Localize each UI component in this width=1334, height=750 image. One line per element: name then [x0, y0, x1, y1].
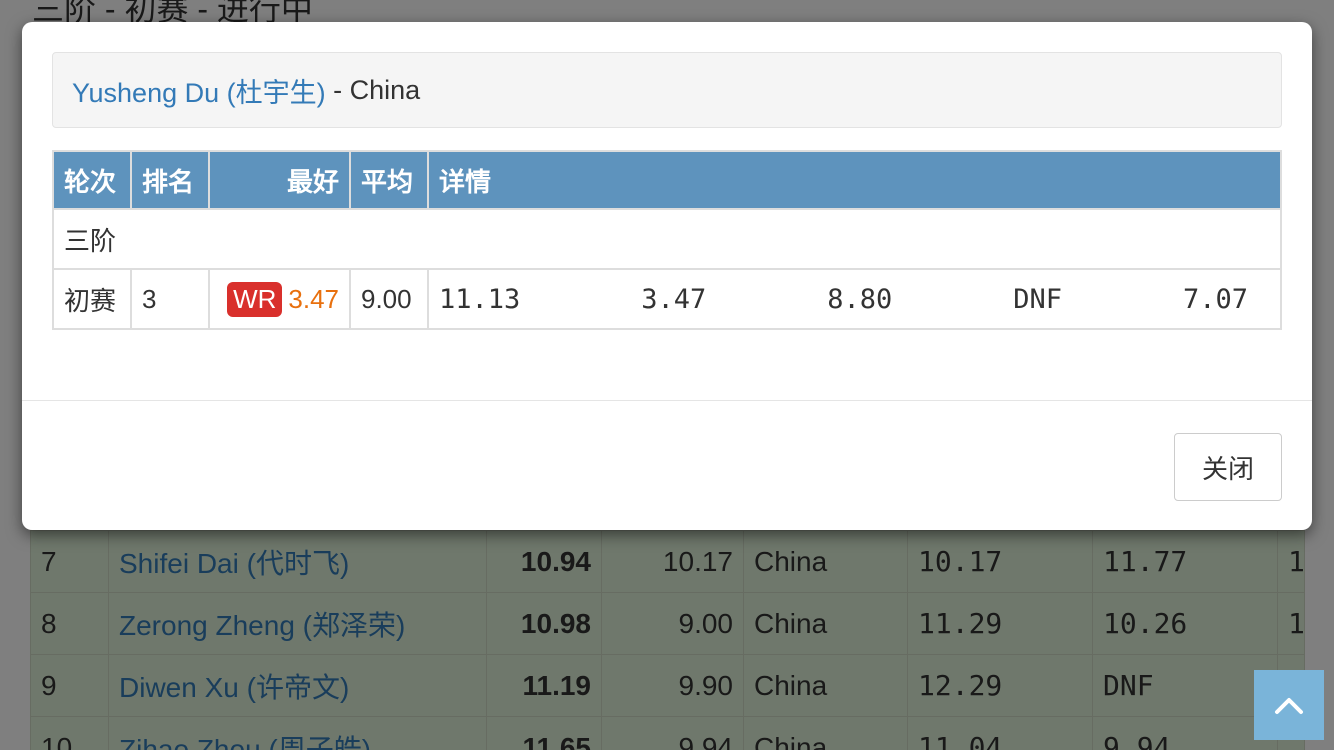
attempt-value: DNF	[1013, 283, 1062, 315]
rank-cell: 3	[130, 268, 210, 330]
header-best: 最好	[208, 150, 351, 210]
event-row: 三阶	[52, 208, 1282, 270]
player-country: - China	[325, 74, 421, 105]
back-to-top-button[interactable]	[1254, 670, 1324, 740]
attempt-value: 3.47	[641, 283, 707, 315]
header-rank: 排名	[130, 150, 210, 210]
competitor-results-modal: Yusheng Du (杜宇生) - China 轮次 排名 最好 平均 详情 …	[22, 22, 1312, 530]
table-header-row: 轮次 排名 最好 平均 详情	[52, 150, 1282, 210]
close-button[interactable]: 关闭	[1174, 433, 1282, 501]
player-name-link[interactable]: Yusheng Du (杜宇生)	[72, 71, 326, 110]
header-details: 详情	[427, 150, 1282, 210]
attempt-value: 7.07	[1182, 283, 1248, 315]
chevron-up-icon	[1275, 698, 1303, 714]
modal-footer: 关闭	[22, 400, 1312, 531]
player-results-table: 轮次 排名 最好 平均 详情 三阶 初赛 3 WR 3.47 9.00 11.1…	[52, 150, 1282, 330]
header-round: 轮次	[52, 150, 132, 210]
best-value: 3.47	[288, 283, 339, 314]
attempt-value: 8.80	[827, 283, 893, 315]
details-cell: 11.13 3.47 8.80 DNF 7.07	[427, 268, 1282, 330]
player-header: Yusheng Du (杜宇生) - China	[52, 52, 1282, 128]
modal-body: Yusheng Du (杜宇生) - China 轮次 排名 最好 平均 详情 …	[52, 52, 1282, 330]
event-name: 三阶	[52, 208, 1282, 270]
header-average: 平均	[349, 150, 429, 210]
table-row: 初赛 3 WR 3.47 9.00 11.13 3.47 8.80 DNF 7.0…	[52, 268, 1282, 330]
best-cell: WR 3.47	[208, 268, 351, 330]
record-badge: WR	[227, 281, 283, 317]
attempt-value: 11.13	[439, 283, 521, 315]
average-cell: 9.00	[349, 268, 429, 330]
round-cell: 初赛	[52, 268, 132, 330]
